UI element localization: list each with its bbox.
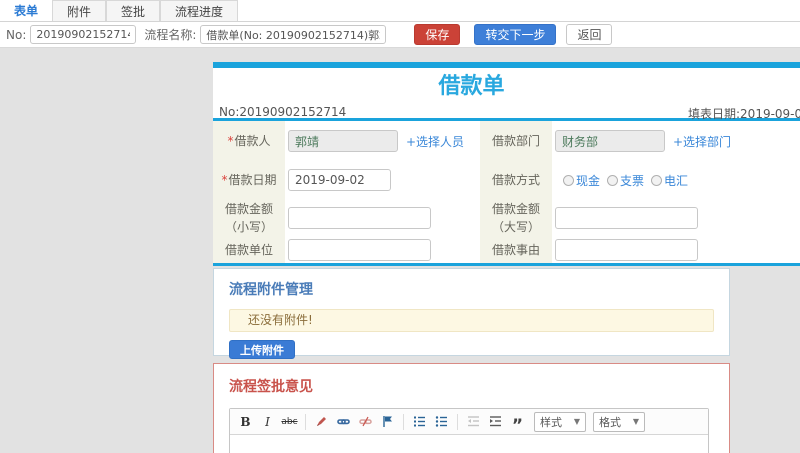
chevron-down-icon: ▼: [573, 417, 580, 426]
tab-progress[interactable]: 流程进度: [160, 0, 239, 21]
department-cell: +选择部门: [552, 121, 800, 161]
amount-lower-cell: [285, 199, 480, 237]
bold-button[interactable]: B: [236, 412, 255, 431]
tab-attachments[interactable]: 附件: [52, 0, 107, 21]
toolbar-separator: [403, 413, 404, 430]
select-person-link[interactable]: +选择人员: [406, 133, 464, 150]
form-grid: *借款人 +选择人员 借款部门 +选择部门 *借款日期 借款方式: [213, 121, 800, 263]
attachments-section: 流程附件管理 还没有附件! 上传附件: [213, 268, 730, 359]
borrow-reason-cell: [552, 237, 800, 263]
chevron-down-icon: ▼: [632, 417, 639, 426]
editor-toolbar: B I abc ” 样式 ▼ 格式 ▼: [230, 409, 708, 435]
borrow-method-cell: 现金 支票 电汇: [552, 161, 800, 199]
attachments-heading: 流程附件管理: [229, 282, 313, 298]
editor-content-area[interactable]: [230, 435, 708, 453]
borrow-unit-label: 借款单位: [213, 237, 285, 263]
strikethrough-button[interactable]: abc: [280, 412, 299, 431]
tab-approval[interactable]: 签批: [106, 0, 161, 21]
borrow-date-input[interactable]: [288, 169, 391, 191]
borrow-method-label: 借款方式: [480, 161, 552, 199]
flow-name-input[interactable]: [200, 25, 387, 44]
amount-upper-label: 借款金额（大写）: [480, 199, 552, 237]
action-bar: No: 流程名称: 保存 转交下一步 返回: [0, 22, 800, 48]
select-department-link[interactable]: +选择部门: [673, 133, 731, 150]
indent-icon[interactable]: [486, 412, 505, 431]
form-no: No:20190902152714: [219, 105, 347, 119]
form-date: 填表日期:2019-09-02 15:27:1: [688, 107, 800, 121]
tab-form[interactable]: 表单: [0, 0, 53, 21]
borrow-date-label: *借款日期: [213, 161, 285, 199]
required-mark: *: [221, 173, 228, 187]
amount-lower-input[interactable]: [288, 207, 431, 229]
panel-bottom-bar: [213, 263, 800, 266]
toolbar-separator: [305, 413, 306, 430]
next-step-button[interactable]: 转交下一步: [474, 24, 557, 45]
borrow-reason-label: 借款事由: [480, 237, 552, 263]
form-title: 借款单: [438, 74, 505, 99]
approval-section: 流程签批意见 B I abc ” 样式 ▼ 格式 ▼: [213, 363, 730, 453]
upload-attachment-button[interactable]: 上传附件: [229, 340, 295, 359]
blockquote-icon[interactable]: ”: [508, 412, 527, 434]
link-icon[interactable]: [334, 412, 353, 431]
style-select[interactable]: 样式 ▼: [534, 411, 586, 432]
italic-button[interactable]: I: [258, 412, 277, 431]
borrower-cell: +选择人员: [285, 121, 480, 161]
radio-circle-icon[interactable]: [563, 174, 574, 186]
department-input[interactable]: [555, 130, 665, 152]
radio-check[interactable]: 支票: [607, 172, 644, 189]
save-button[interactable]: 保存: [414, 24, 461, 45]
borrow-date-cell: [285, 161, 480, 199]
borrower-input[interactable]: [288, 130, 398, 152]
department-label: 借款部门: [480, 121, 552, 161]
radio-wire[interactable]: 电汇: [651, 172, 688, 189]
format-select[interactable]: 格式 ▼: [593, 411, 645, 432]
workspace: 借款单 No:20190902152714 填表日期:2019-09-02 15…: [0, 48, 800, 453]
borrow-reason-input[interactable]: [555, 239, 698, 261]
radio-cash[interactable]: 现金: [563, 172, 600, 189]
no-attachment-alert: 还没有附件!: [229, 309, 714, 332]
back-button[interactable]: 返回: [566, 24, 613, 45]
rich-text-editor: B I abc ” 样式 ▼ 格式 ▼: [229, 408, 709, 453]
amount-lower-label: 借款金额（小写）: [213, 199, 285, 237]
borrow-method-radios: 现金 支票 电汇: [563, 172, 688, 189]
loan-form-panel: 借款单 No:20190902152714 填表日期:2019-09-02 15…: [213, 62, 800, 266]
amount-upper-input[interactable]: [555, 207, 698, 229]
radio-circle-icon[interactable]: [607, 174, 619, 186]
approval-heading: 流程签批意见: [229, 379, 313, 395]
no-input[interactable]: [30, 25, 137, 44]
form-meta-row: No:20190902152714 填表日期:2019-09-02 15:27:…: [213, 104, 800, 121]
unlink-icon[interactable]: [356, 412, 375, 431]
no-label: No:: [6, 27, 27, 42]
borrow-unit-input[interactable]: [288, 239, 431, 261]
borrower-label: *借款人: [213, 121, 285, 161]
flow-name-label: 流程名称:: [144, 28, 197, 42]
tab-bar: 表单 附件 签批 流程进度: [0, 0, 800, 22]
amount-upper-cell: [552, 199, 800, 237]
anchor-flag-icon[interactable]: [378, 412, 397, 431]
toolbar-separator: [457, 413, 458, 430]
required-mark: *: [227, 134, 234, 148]
radio-circle-icon[interactable]: [651, 174, 663, 186]
bullet-list-icon[interactable]: [432, 412, 451, 431]
outdent-icon[interactable]: [464, 412, 483, 431]
remove-format-icon[interactable]: [312, 412, 331, 431]
borrow-unit-cell: [285, 237, 480, 263]
ordered-list-icon[interactable]: [410, 412, 429, 431]
